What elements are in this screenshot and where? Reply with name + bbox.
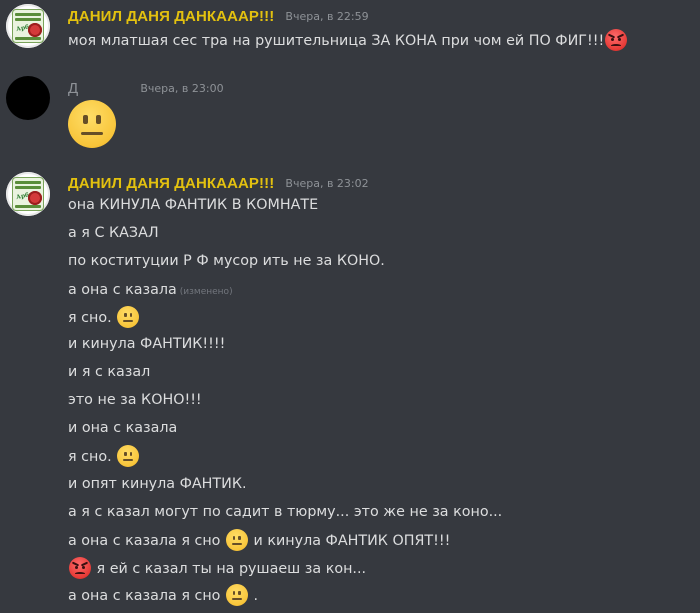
neutral-face-icon[interactable]	[117, 306, 140, 328]
message-header: Д Вчера, в 23:00	[68, 78, 224, 98]
neutral-face-icon[interactable]	[117, 445, 140, 467]
message-header: ДАНИЛ ДАНЯ ДАНКАААР!!! Вчера, в 23:02	[68, 173, 369, 193]
user-avatar[interactable]	[6, 76, 50, 120]
timestamp[interactable]: Вчера, в 23:00	[140, 82, 223, 95]
neutral-face-icon[interactable]	[225, 584, 248, 606]
message-text: это не за КОНО!!!	[68, 392, 202, 408]
message-text: а я С КАЗАЛ	[68, 225, 159, 241]
user-avatar[interactable]: Арбуз	[6, 4, 50, 48]
user-avatar[interactable]: Арбуз	[6, 172, 50, 216]
message-text: и кинула ФАНТИК!!!!	[68, 336, 226, 352]
message-text: моя млатшая сес тра на рушительница ЗА К…	[68, 33, 605, 49]
username[interactable]: ДАНИЛ ДАНЯ ДАНКАААР!!!	[68, 8, 274, 25]
username[interactable]: Д	[68, 80, 78, 97]
message-header: ДАНИЛ ДАНЯ ДАНКАААР!!! Вчера, в 22:59	[68, 6, 369, 26]
neutral-face-icon[interactable]	[68, 100, 116, 148]
message-line: я ей с казал ты на рушаеш за кон...	[68, 557, 367, 580]
message-line: это не за КОНО!!!	[68, 390, 202, 410]
angry-face-icon[interactable]	[69, 557, 91, 579]
message-text: а она с казала я сно	[68, 588, 221, 604]
message-line: а она с казала я сно .	[68, 584, 259, 607]
message-text: и кинула ФАНТИК ОПЯТ!!!	[253, 533, 451, 549]
message-text: и я с казал	[68, 364, 151, 380]
message-line: а она с казала (изменено)	[68, 280, 233, 302]
message-text: и опят кинула ФАНТИК.	[68, 476, 247, 492]
message-text: .	[253, 588, 259, 604]
message-line: я сно.	[68, 445, 140, 468]
message-line: и она с казала	[68, 418, 177, 438]
message-text: я сно.	[68, 310, 112, 326]
message-line: она КИНУЛА ФАНТИК В КОМНАТЕ	[68, 195, 318, 215]
message-line: моя млатшая сес тра на рушительница ЗА К…	[68, 29, 628, 52]
timestamp[interactable]: Вчера, в 22:59	[285, 10, 368, 23]
message-text: а она с казала	[68, 282, 177, 298]
message-line: и кинула ФАНТИК!!!!	[68, 334, 225, 354]
message-text: она КИНУЛА ФАНТИК В КОМНАТЕ	[68, 197, 319, 213]
message-text: я ей с казал ты на рушаеш за кон...	[96, 561, 367, 577]
message-line: я сно.	[68, 306, 140, 329]
message-text: и она с казала	[68, 420, 178, 436]
message-line: а я с казал могут по садит в тюрму... эт…	[68, 502, 502, 522]
username[interactable]: ДАНИЛ ДАНЯ ДАНКАААР!!!	[68, 175, 274, 192]
timestamp[interactable]: Вчера, в 23:02	[285, 177, 368, 190]
message-text: а она с казала я сно	[68, 533, 221, 549]
avatar-logo-icon: Арбуз	[12, 177, 44, 211]
avatar-logo-icon: Арбуз	[12, 9, 44, 43]
message-line: по коституции Р Ф мусор ить не за КОНО.	[68, 251, 385, 271]
angry-face-icon[interactable]	[605, 29, 628, 51]
message-line: и я с казал	[68, 362, 150, 382]
edited-label: (изменено)	[179, 287, 233, 297]
message-text: по коституции Р Ф мусор ить не за КОНО.	[68, 253, 385, 269]
neutral-face-icon[interactable]	[225, 529, 248, 551]
message-line: и опят кинула ФАНТИК.	[68, 474, 247, 494]
message-line: а она с казала я сно и кинула ФАНТИК ОПЯ…	[68, 529, 451, 552]
message-text: а я с казал могут по садит в тюрму... эт…	[68, 504, 503, 520]
message-text: я сно.	[68, 449, 112, 465]
message-line: а я С КАЗАЛ	[68, 223, 159, 243]
